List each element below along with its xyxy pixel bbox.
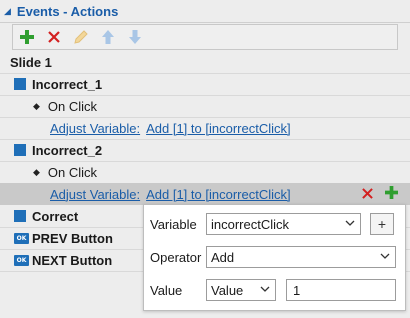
arrow-up-icon <box>102 30 114 44</box>
event-row-incorrect2[interactable]: ◆ On Click <box>0 161 410 183</box>
event-row-incorrect1[interactable]: ◆ On Click <box>0 95 410 117</box>
panel-header[interactable]: ◢ Events - Actions <box>0 0 410 22</box>
header-divider <box>0 22 410 23</box>
arrow-down-icon <box>129 30 141 44</box>
value-input[interactable] <box>286 279 396 301</box>
delete-action-button[interactable] <box>362 187 373 202</box>
slide-label: Slide 1 <box>10 54 52 70</box>
x-icon <box>48 31 60 43</box>
action-row-incorrect1[interactable]: Adjust Variable: Add [1] to [incorrectCl… <box>0 117 410 139</box>
diamond-icon: ◆ <box>33 100 40 111</box>
object-name: PREV Button <box>32 230 113 246</box>
pencil-icon <box>74 30 88 44</box>
action-row-incorrect2-selected[interactable]: Adjust Variable: Add [1] to [incorrectCl… <box>0 183 410 205</box>
value-type-dropdown[interactable]: Value <box>206 279 276 301</box>
object-row-incorrect1[interactable]: Incorrect_1 <box>0 73 410 95</box>
button-object-icon: OK <box>14 232 29 244</box>
object-row-incorrect2[interactable]: Incorrect_2 <box>0 139 410 161</box>
operator-value: Add <box>211 249 235 265</box>
plus-icon <box>385 186 398 199</box>
value-label: Value <box>150 283 183 298</box>
operator-label: Operator <box>150 250 202 265</box>
add-action-button[interactable] <box>385 186 398 202</box>
action-type-link[interactable]: Adjust Variable: <box>50 121 140 136</box>
row-actions <box>362 183 398 205</box>
object-name: Incorrect_2 <box>32 142 103 158</box>
add-trigger-button[interactable] <box>19 29 35 45</box>
object-square-icon <box>14 144 26 156</box>
object-square-icon <box>14 210 26 222</box>
object-name: Incorrect_1 <box>32 76 103 92</box>
operator-dropdown[interactable]: Add <box>206 246 396 268</box>
panel-title: Events - Actions <box>16 3 119 19</box>
adjust-variable-popup: Variable incorrectClick + Operator Add V… <box>143 204 406 311</box>
object-name: Correct <box>32 208 79 224</box>
chevron-down-icon <box>345 220 355 226</box>
object-square-icon <box>14 78 26 90</box>
chevron-down-icon <box>380 253 390 259</box>
add-variable-button[interactable]: + <box>370 213 394 235</box>
variable-label: Variable <box>150 217 197 232</box>
object-name: NEXT Button <box>32 252 113 268</box>
button-object-icon: OK <box>14 254 29 266</box>
x-icon <box>362 187 373 199</box>
move-up-button[interactable] <box>100 29 116 45</box>
action-value-link[interactable]: Add [1] to [incorrectClick] <box>146 121 291 136</box>
variable-value: incorrectClick <box>211 216 290 232</box>
value-type: Value <box>211 282 244 298</box>
collapse-caret-icon[interactable]: ◢ <box>4 6 11 17</box>
variable-dropdown[interactable]: incorrectClick <box>206 213 361 235</box>
delete-trigger-button[interactable] <box>46 29 62 45</box>
edit-trigger-button[interactable] <box>73 29 89 45</box>
chevron-down-icon <box>260 286 270 292</box>
plus-icon <box>20 30 34 44</box>
slide-row[interactable]: Slide 1 <box>0 51 410 73</box>
action-type-link[interactable]: Adjust Variable: <box>50 187 140 202</box>
action-value-link[interactable]: Add [1] to [incorrectClick] <box>146 187 291 202</box>
diamond-icon: ◆ <box>33 166 40 177</box>
actions-toolbar <box>12 24 398 50</box>
event-name: On Click <box>47 98 98 114</box>
move-down-button[interactable] <box>127 29 143 45</box>
event-name: On Click <box>47 164 98 180</box>
